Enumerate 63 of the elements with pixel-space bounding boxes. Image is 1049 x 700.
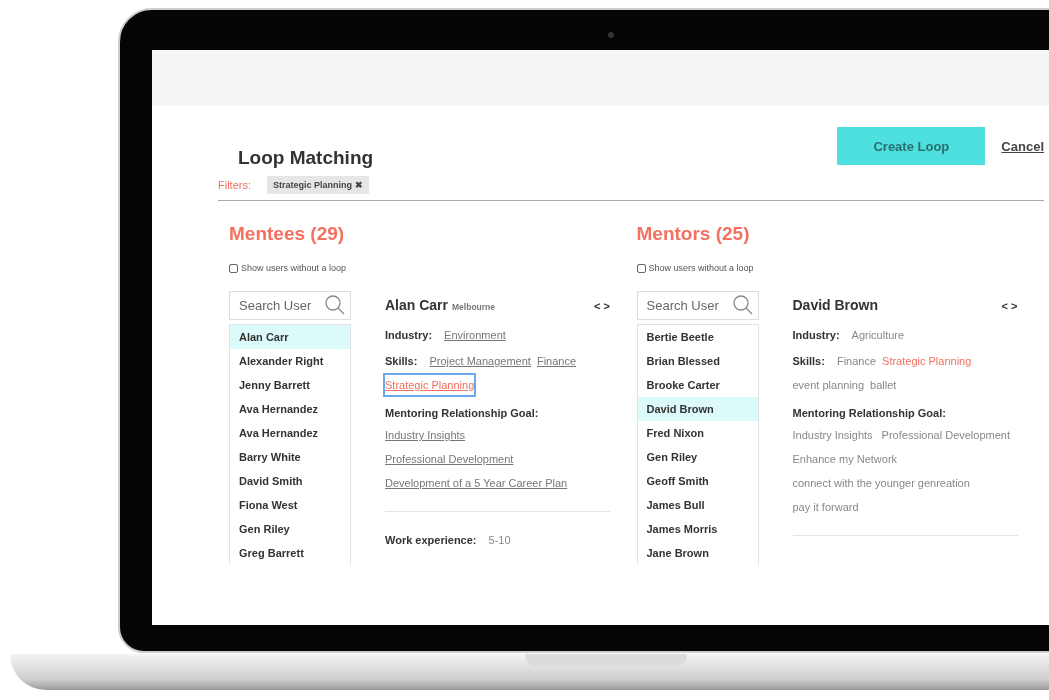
user-list-item[interactable]: Ava Hernandez	[230, 397, 350, 421]
dialog-title: Loop Matching	[238, 147, 374, 169]
user-list-item[interactable]: Barry White	[230, 445, 350, 469]
user-list-item[interactable]: James Bull	[637, 493, 758, 517]
field-label: Mentoring Relationship Goal:	[385, 407, 539, 419]
tag-text: pay it forward	[792, 500, 859, 515]
tag-text: Enhance my Network	[792, 452, 898, 467]
user-list-item[interactable]: Bertie Beetle	[637, 325, 758, 349]
user-list-item[interactable]: Fred Nixon	[637, 421, 758, 445]
filters-label: Filters:	[218, 179, 251, 191]
user-list-item[interactable]: James Morris	[637, 517, 758, 541]
panel-title: Mentees (29)	[229, 223, 346, 246]
field-label: Skills:	[385, 354, 418, 369]
field-label: Industry:	[792, 328, 840, 343]
tag-link[interactable]: Environment	[444, 325, 506, 345]
cancel-link[interactable]: Cancel	[1001, 138, 1044, 154]
tag-link[interactable]: Industry Insights	[385, 425, 466, 445]
field-label: Skills:	[792, 354, 825, 369]
tag-link[interactable]: Professional Development	[385, 449, 514, 469]
search-field[interactable]: Search User	[229, 291, 351, 320]
field-label: Mentoring Relationship Goal:	[792, 407, 946, 419]
tag-text: ballet	[870, 378, 897, 393]
user-list-item[interactable]: Ava Hernandez	[230, 421, 350, 445]
user-list-item[interactable]: Greg Barrett	[230, 541, 350, 565]
tag-text: Agriculture	[851, 328, 905, 343]
search-field[interactable]: Search User	[636, 291, 759, 320]
user-list-item[interactable]: Fiona West	[230, 493, 350, 517]
camera-icon	[608, 32, 614, 38]
field-label: Industry:	[385, 328, 433, 343]
tag-link[interactable]: Finance	[536, 351, 577, 371]
search-icon	[325, 295, 345, 315]
tag-text: Strategic Planning	[882, 354, 972, 369]
user-list-item[interactable]: Alexander Right	[230, 349, 350, 373]
prev-next-arrows[interactable]: < >	[1001, 292, 1018, 320]
profile-location: Melbourne	[452, 302, 495, 312]
user-list-item[interactable]: Gen Riley	[637, 445, 758, 469]
user-list-item[interactable]: David Brown	[637, 397, 758, 421]
create-loop-button[interactable]: Create Loop	[837, 127, 986, 165]
panel-title: Mentors (25)	[636, 223, 751, 246]
tag-text: Finance	[836, 354, 877, 369]
tag-link[interactable]: Project Management	[429, 351, 531, 371]
field-label: Work experience:	[385, 533, 477, 548]
tag-text: event planning	[792, 378, 865, 393]
user-list-item[interactable]: Brooke Carter	[637, 373, 758, 397]
user-list-item[interactable]: Jane Brown	[637, 541, 758, 565]
profile-name: Alan Carr	[385, 297, 449, 313]
tag-link[interactable]: Development of a 5 Year Career Plan	[385, 473, 568, 493]
show-users-checkbox[interactable]: Show users without a loop	[229, 263, 637, 273]
tag-text: Professional Development	[881, 428, 1010, 443]
tag-text: Industry Insights	[792, 428, 873, 443]
user-list-item[interactable]: Geoff Smith	[637, 469, 758, 493]
prev-next-arrows[interactable]: < >	[594, 292, 610, 320]
user-list-item[interactable]: Gen Riley	[230, 517, 350, 541]
show-users-checkbox[interactable]: Show users without a loop	[636, 263, 1044, 273]
user-list-item[interactable]: David Smith	[230, 469, 350, 493]
field-value: 5-10	[488, 533, 511, 548]
search-icon	[732, 295, 753, 315]
filter-chip[interactable]: Strategic Planning ✖	[267, 176, 369, 194]
profile-name: David Brown	[792, 297, 879, 313]
user-list-item[interactable]: Alan Carr	[230, 325, 350, 349]
user-list-item[interactable]: Brian Blessed	[637, 349, 758, 373]
user-list-item[interactable]: Jenny Barrett	[230, 373, 350, 397]
tag-text: connect with the younger genreation	[792, 476, 970, 491]
